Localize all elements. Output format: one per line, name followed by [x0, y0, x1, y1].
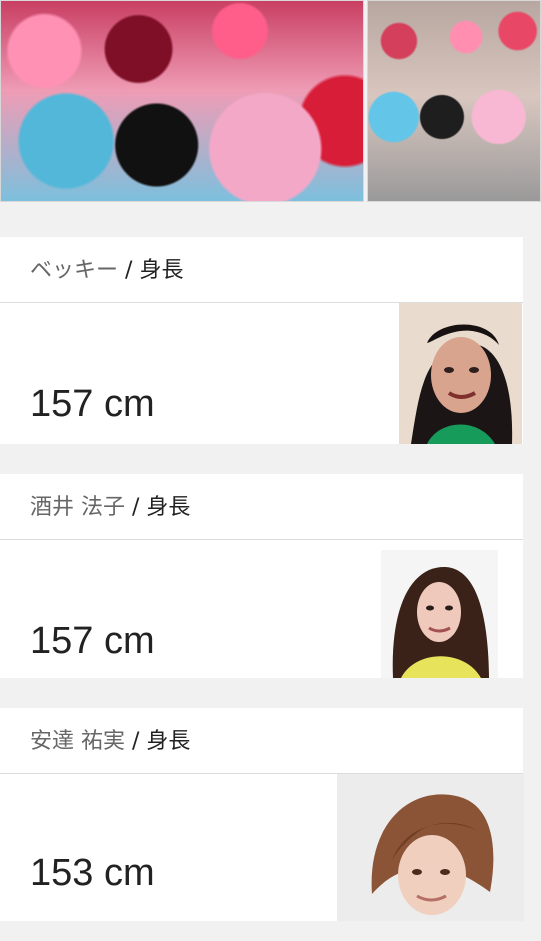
height-value-sakai: 157 cm	[30, 620, 155, 662]
top-photo-left	[0, 0, 364, 202]
top-photo-right	[367, 0, 541, 202]
profile-value-becky: 157 cm	[0, 303, 523, 444]
profile-label-adachi: 安達 祐実 / 身長	[0, 708, 523, 774]
separator-becky: /	[125, 258, 133, 283]
avatar-sakai	[381, 550, 498, 678]
avatar-sakai-image	[381, 550, 498, 678]
height-value-becky: 157 cm	[30, 383, 155, 425]
avatar-becky-image	[399, 303, 522, 444]
profile-value-adachi: 153 cm	[0, 774, 524, 921]
height-label-sakai: 身長	[146, 495, 191, 520]
separator-adachi: /	[132, 729, 140, 754]
height-label-adachi: 身長	[146, 729, 191, 754]
profile-value-sakai: 157 cm	[0, 540, 523, 678]
name-becky: ベッキー	[30, 258, 119, 283]
profile-label-becky: ベッキー / 身長	[0, 237, 523, 303]
avatar-becky	[399, 303, 522, 444]
avatar-adachi	[337, 774, 524, 921]
profile-label-text-becky: ベッキー / 身長	[30, 252, 183, 284]
separator-sakai: /	[132, 495, 140, 520]
name-adachi: 安達 祐実	[30, 729, 125, 754]
avatar-adachi-image	[337, 774, 524, 921]
name-sakai: 酒井 法子	[30, 495, 125, 520]
profile-label-text-sakai: 酒井 法子 / 身長	[30, 489, 190, 521]
profile-label-text-adachi: 安達 祐実 / 身長	[30, 723, 190, 755]
height-label-becky: 身長	[139, 258, 184, 283]
height-value-adachi: 153 cm	[30, 852, 155, 894]
profile-label-sakai: 酒井 法子 / 身長	[0, 474, 523, 540]
